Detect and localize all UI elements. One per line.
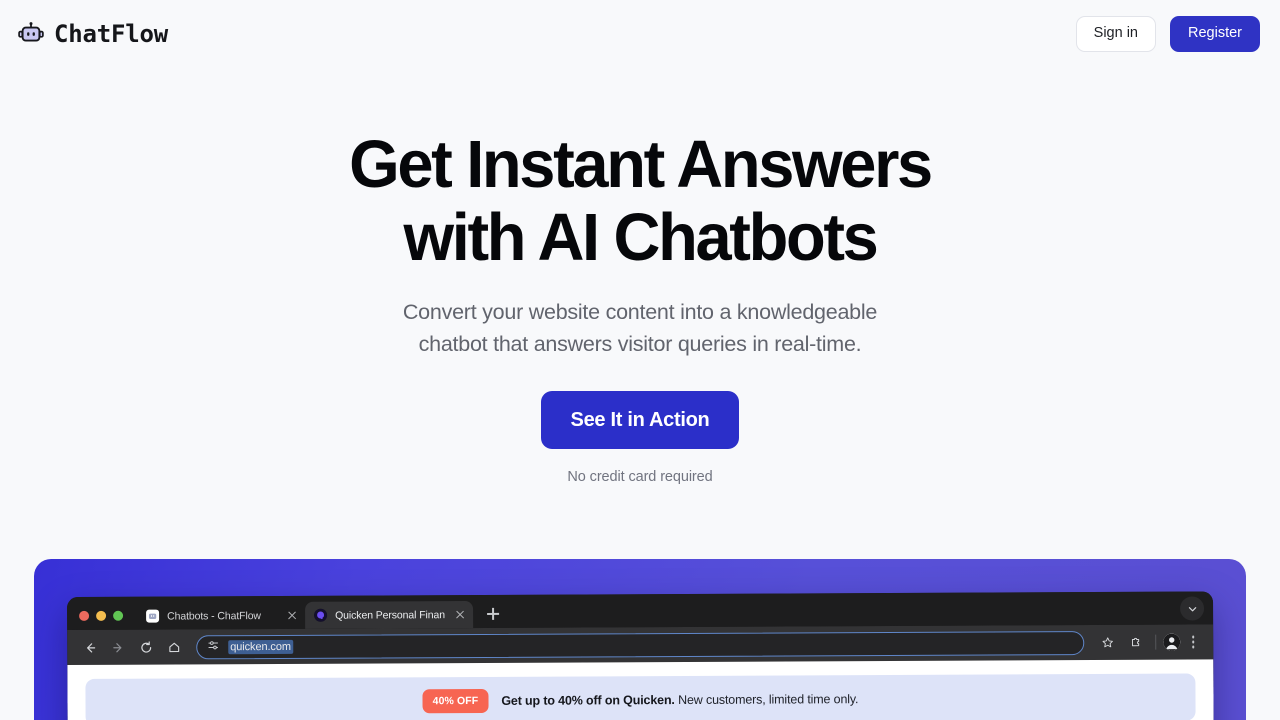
reload-button[interactable] — [133, 634, 159, 660]
site-header: ChatFlow Sign in Register — [0, 0, 1280, 68]
promo-text-bold: Get up to 40% off on Quicken. — [501, 692, 675, 708]
puzzle-icon — [1131, 637, 1139, 647]
back-button[interactable] — [77, 634, 103, 660]
page-title: Get Instant Answers with AI Chatbots — [19, 128, 1261, 274]
chatflow-favicon — [146, 609, 160, 623]
promo-badge: 40% OFF — [422, 688, 489, 713]
browser-tab-chatflow[interactable]: Chatbots - ChatFlow — [137, 602, 305, 630]
chevron-down-icon — [1188, 606, 1196, 611]
home-button[interactable] — [161, 634, 187, 660]
zoom-window-icon[interactable] — [113, 610, 124, 621]
reload-icon — [141, 640, 152, 653]
tab-title: Chatbots - ChatFlow — [167, 609, 261, 623]
forward-button[interactable] — [105, 634, 131, 660]
close-icon[interactable] — [453, 608, 466, 621]
kebab-menu-icon[interactable] — [1182, 631, 1204, 653]
sign-in-button[interactable]: Sign in — [1075, 16, 1156, 52]
address-bar[interactable]: quicken.com — [196, 630, 1085, 659]
hero-subtitle-line-1: Convert your website content into a know… — [402, 300, 878, 324]
browser-mockup: Chatbots - ChatFlow Quicken Personal Fin… — [67, 591, 1214, 720]
promo-banner: 40% OFF Get up to 40% off on Quicken. Ne… — [85, 673, 1196, 720]
header-actions: Sign in Register — [1075, 16, 1260, 52]
register-button[interactable]: Register — [1170, 16, 1260, 52]
window-controls — [79, 610, 124, 630]
hero-title-line-2: with AI Chatbots — [403, 200, 879, 275]
arrow-left-icon — [87, 642, 96, 652]
hero-subtitle-line-2: chatbot that answers visitor queries in … — [418, 332, 862, 356]
product-showcase: Chatbots - ChatFlow Quicken Personal Fin… — [34, 559, 1246, 720]
star-icon — [1102, 637, 1113, 648]
toolbar-divider — [1155, 634, 1157, 650]
promo-text-rest: New customers, limited time only. — [678, 691, 859, 707]
bookmark-button[interactable] — [1094, 629, 1120, 655]
close-icon[interactable] — [285, 609, 298, 622]
hero-cta-wrap: See It in Action — [0, 360, 1280, 449]
extensions-button[interactable] — [1122, 629, 1148, 655]
see-it-in-action-button[interactable]: See It in Action — [540, 391, 740, 449]
brand-logo[interactable]: ChatFlow — [18, 21, 168, 47]
brand-name: ChatFlow — [54, 20, 168, 48]
browser-tab-quicken[interactable]: Quicken Personal Finance an — [305, 601, 474, 629]
hero-title-line-1: Get Instant Answers — [349, 127, 933, 202]
tab-title: Quicken Personal Finance an — [335, 608, 446, 622]
arrow-right-icon — [113, 642, 122, 652]
browser-toolbar: quicken.com — [67, 624, 1214, 665]
minimize-window-icon[interactable] — [96, 610, 107, 621]
new-tab-button[interactable] — [481, 602, 505, 626]
sliders-icon[interactable] — [207, 638, 219, 656]
address-bar-url[interactable]: quicken.com — [228, 639, 293, 654]
no-credit-card-note: No credit card required — [567, 469, 713, 485]
tab-list-button[interactable] — [1180, 596, 1205, 621]
promo-text: Get up to 40% off on Quicken. New custom… — [501, 692, 858, 708]
avatar[interactable] — [1163, 633, 1181, 651]
hero-subtitle: Convert your website content into a know… — [0, 296, 1280, 360]
close-window-icon[interactable] — [79, 610, 90, 621]
hero-section: Get Instant Answers with AI Chatbots Con… — [0, 0, 1280, 485]
avatar-icon — [1163, 633, 1181, 651]
browser-tabstrip: Chatbots - ChatFlow Quicken Personal Fin… — [67, 591, 1214, 630]
browser-viewport: 40% OFF Get up to 40% off on Quicken. Ne… — [67, 659, 1214, 720]
home-icon — [169, 642, 180, 652]
robot-icon — [18, 21, 44, 47]
quicken-favicon — [314, 608, 328, 622]
